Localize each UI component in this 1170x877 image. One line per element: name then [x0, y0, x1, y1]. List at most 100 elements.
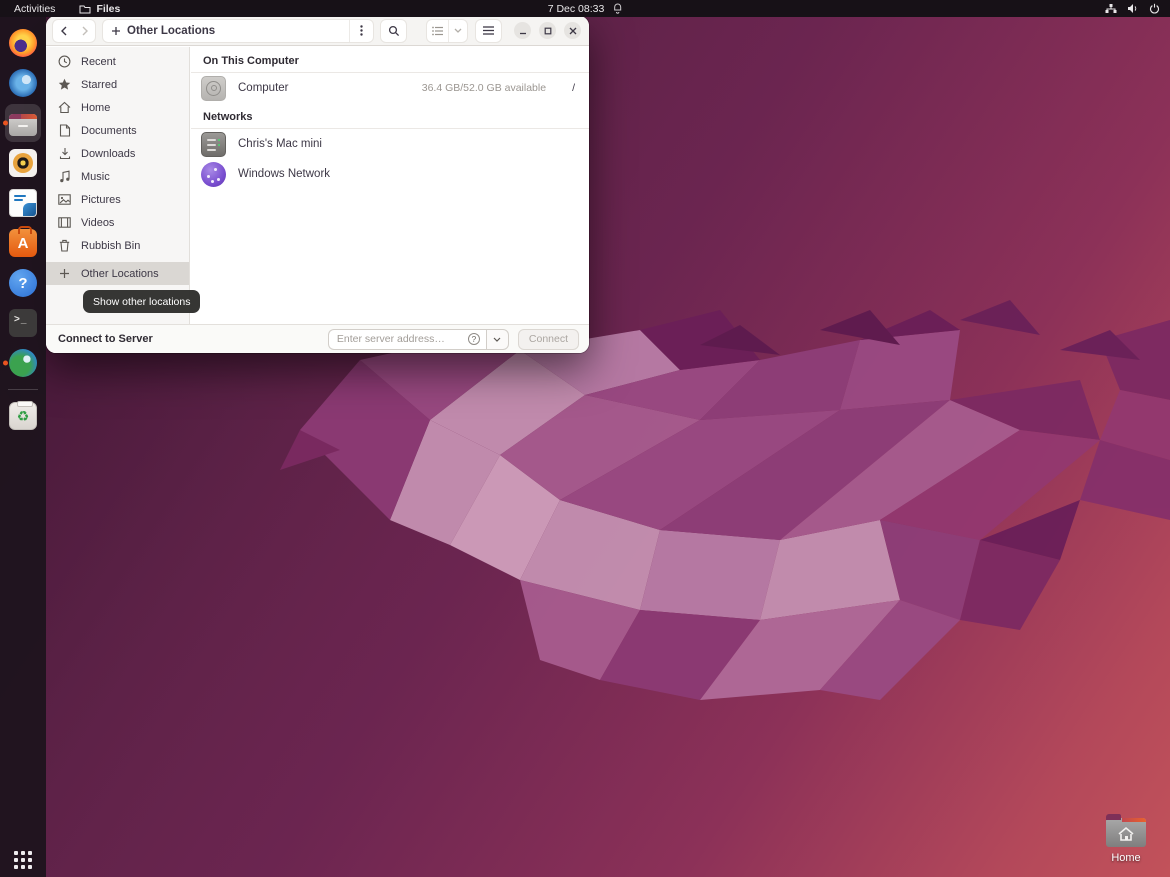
list-view-icon — [432, 26, 444, 35]
app-menu-label: Files — [96, 2, 121, 15]
sidebar-item-other-locations[interactable]: Other Locations — [46, 262, 189, 285]
trash-icon — [57, 239, 72, 252]
system-status-area[interactable] — [1105, 3, 1160, 14]
network-globe-icon — [201, 161, 226, 187]
files-window: Other Locations Recent Starred Home Docu… — [46, 16, 589, 353]
connect-button-label: Connect — [528, 333, 568, 345]
sidebar-item-downloads[interactable]: Downloads — [46, 142, 189, 165]
web-globe-icon — [9, 349, 37, 377]
tooltip: Show other locations — [83, 290, 201, 313]
sidebar-label: Recent — [81, 55, 116, 68]
view-options-dropdown[interactable] — [449, 20, 467, 42]
hamburger-menu-icon — [483, 26, 494, 35]
place-row-computer[interactable]: Computer 36.4 GB/52.0 GB available / — [191, 73, 589, 103]
place-name: Windows Network — [238, 168, 331, 180]
help-icon: ? — [9, 269, 37, 297]
files-folder-icon — [79, 4, 91, 14]
music-note-icon — [57, 170, 72, 183]
sidebar-label: Pictures — [81, 193, 121, 206]
dock-item-help[interactable]: ? — [0, 263, 46, 303]
server-address-group: ? — [327, 328, 509, 350]
sidebar-item-documents[interactable]: Documents — [46, 119, 189, 142]
rubbish-bin-icon: ♻ — [9, 401, 37, 430]
recent-servers-dropdown[interactable] — [485, 328, 509, 350]
sidebar-label: Music — [81, 170, 110, 183]
picture-icon — [57, 194, 72, 205]
hard-disk-icon — [201, 75, 226, 101]
sidebar-label: Documents — [81, 124, 137, 137]
maximize-icon — [544, 27, 551, 34]
activities-label: Activities — [14, 2, 56, 15]
mount-path: / — [572, 82, 575, 94]
maximize-button[interactable] — [539, 22, 556, 39]
search-icon — [388, 25, 399, 36]
minimize-button[interactable] — [514, 22, 531, 39]
place-row-windows-network[interactable]: Windows Network — [191, 159, 589, 189]
chevron-down-icon — [454, 28, 462, 33]
libreoffice-writer-icon — [9, 189, 37, 217]
dock-item-rhythmbox[interactable] — [0, 143, 46, 183]
sidebar-label: Home — [81, 101, 111, 114]
sidebar-item-pictures[interactable]: Pictures — [46, 188, 189, 211]
download-icon — [57, 147, 72, 160]
app-menu-files[interactable]: Files — [79, 3, 120, 15]
home-launcher-label: Home — [1111, 852, 1141, 864]
notification-bell-icon — [612, 3, 622, 14]
dock-item-files[interactable] — [0, 103, 46, 143]
connect-button[interactable]: Connect — [517, 328, 579, 350]
sidebar-item-home[interactable]: Home — [46, 96, 189, 119]
dock-item-libreoffice-writer[interactable] — [0, 183, 46, 223]
server-address-input[interactable] — [327, 328, 486, 350]
path-bar[interactable]: Other Locations — [102, 18, 374, 43]
web-globe-running-indicator — [3, 360, 8, 366]
desktop-home-launcher[interactable]: Home — [1100, 814, 1152, 864]
help-icon[interactable]: ? — [467, 333, 480, 345]
search-button[interactable] — [380, 18, 407, 43]
clock-label: 7 Dec 08:33 — [547, 2, 605, 15]
volume-icon — [1127, 3, 1139, 14]
dock-item-ubuntu-software[interactable]: A — [0, 223, 46, 263]
dock-item-terminal[interactable]: >_ — [0, 303, 46, 343]
back-button[interactable] — [53, 20, 74, 42]
sidebar-item-recent[interactable]: Recent — [46, 50, 189, 73]
show-applications-button[interactable] — [14, 851, 32, 869]
files-icon — [9, 110, 37, 136]
network-icon — [1105, 3, 1117, 14]
dock: A ? >_ ♻ — [0, 17, 46, 877]
sidebar-item-rubbish-bin[interactable]: Rubbish Bin — [46, 234, 189, 257]
plus-icon — [57, 268, 72, 279]
forward-button[interactable] — [74, 20, 95, 42]
hamburger-menu-button[interactable] — [475, 18, 502, 43]
close-button[interactable] — [564, 22, 581, 39]
sidebar-label: Downloads — [81, 147, 136, 160]
location-menu-button[interactable] — [349, 19, 373, 42]
dock-item-thunderbird[interactable] — [0, 63, 46, 103]
plus-icon — [112, 26, 120, 35]
sidebar-label: Starred — [81, 78, 118, 91]
sidebar-item-music[interactable]: Music — [46, 165, 189, 188]
document-icon — [57, 124, 72, 137]
dock-item-web-globe[interactable] — [0, 343, 46, 383]
home-icon — [57, 101, 72, 114]
terminal-icon: >_ — [9, 309, 37, 337]
connect-to-server-label: Connect to Server — [58, 333, 153, 345]
view-toggle-group — [426, 18, 468, 43]
clock-icon — [57, 55, 72, 68]
sidebar-item-starred[interactable]: Starred — [46, 73, 189, 96]
thunderbird-icon — [9, 69, 37, 97]
place-name: Chris's Mac mini — [238, 138, 322, 150]
power-icon — [1149, 3, 1160, 14]
sidebar-label: Other Locations — [81, 267, 159, 280]
list-view-button[interactable] — [427, 19, 450, 42]
ubuntu-software-icon: A — [9, 226, 37, 257]
clock-button[interactable]: 7 Dec 08:33 — [548, 3, 623, 15]
section-heading-on-this-computer: On This Computer — [191, 47, 589, 73]
house-icon — [1118, 826, 1134, 841]
place-row-mac-mini[interactable]: Chris's Mac mini — [191, 129, 589, 159]
content-pane: On This Computer Computer 36.4 GB/52.0 G… — [191, 47, 589, 324]
minimize-icon — [519, 32, 526, 34]
sidebar-item-videos[interactable]: Videos — [46, 211, 189, 234]
dock-item-rubbish-bin[interactable]: ♻ — [0, 396, 46, 436]
activities-button[interactable]: Activities — [14, 3, 55, 15]
dock-item-firefox[interactable] — [0, 23, 46, 63]
